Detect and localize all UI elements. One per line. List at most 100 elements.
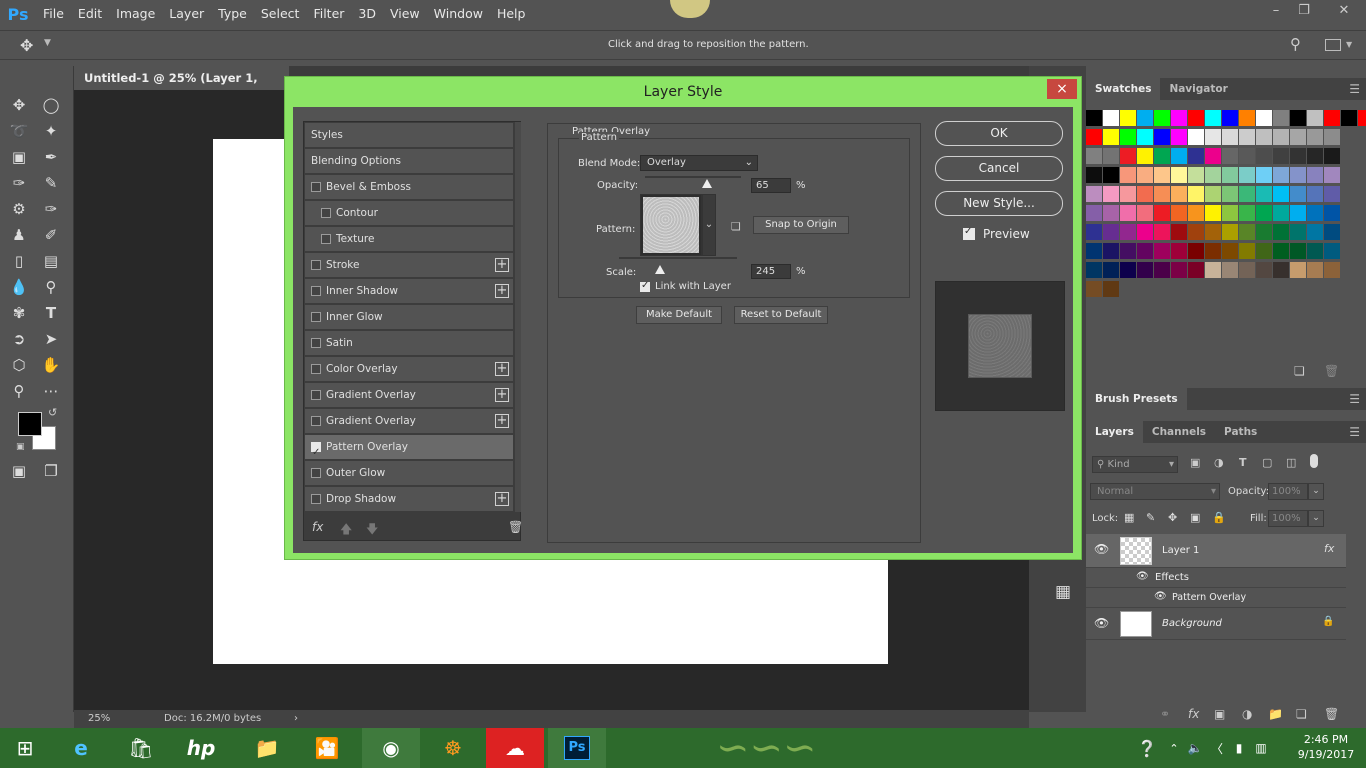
color-swatch[interactable] xyxy=(1256,243,1272,259)
eye-icon[interactable]: 👁 xyxy=(1094,542,1109,556)
color-swatch[interactable] xyxy=(1205,129,1221,145)
history-brush-icon[interactable]: ✑ xyxy=(38,196,64,222)
menu-filter[interactable]: Filter xyxy=(306,0,351,28)
fill-field[interactable]: 100% xyxy=(1268,510,1308,527)
zoom-level[interactable]: 25% xyxy=(88,710,110,728)
default-colors-icon[interactable]: ▣ xyxy=(16,442,25,452)
color-swatch[interactable] xyxy=(1103,167,1119,183)
style-row-bevel-emboss[interactable]: Bevel & Emboss xyxy=(305,175,513,200)
color-swatch[interactable] xyxy=(1222,205,1238,221)
tab-navigator[interactable]: Navigator xyxy=(1160,78,1236,100)
color-swatch[interactable] xyxy=(1290,243,1306,259)
style-row-color-overlay[interactable]: Color Overlay + xyxy=(305,357,513,382)
color-swatch[interactable] xyxy=(1307,224,1323,240)
color-swatch[interactable] xyxy=(1324,167,1340,183)
color-swatch[interactable] xyxy=(1239,167,1255,183)
style-checkbox[interactable] xyxy=(311,494,321,504)
color-swatch[interactable] xyxy=(1273,167,1289,183)
color-swatch[interactable] xyxy=(1154,148,1170,164)
filter-shape-icon[interactable]: ▢ xyxy=(1262,456,1272,469)
properties-icon[interactable]: ▦ xyxy=(1055,582,1071,602)
filter-toggle-icon[interactable] xyxy=(1310,454,1318,468)
color-swatch[interactable] xyxy=(1222,243,1238,259)
link-layers-icon[interactable]: ⚭ xyxy=(1160,707,1170,721)
style-checkbox[interactable] xyxy=(311,182,321,192)
color-swatch[interactable] xyxy=(1205,167,1221,183)
menu-select[interactable]: Select xyxy=(254,0,307,28)
color-swatch[interactable] xyxy=(1103,129,1119,145)
color-swatch[interactable] xyxy=(1154,224,1170,240)
color-swatch[interactable] xyxy=(1154,243,1170,259)
color-swatch[interactable] xyxy=(1239,262,1255,278)
color-swatch[interactable] xyxy=(1256,167,1272,183)
new-layer-icon[interactable]: ❏ xyxy=(1296,707,1307,721)
color-swatch[interactable] xyxy=(1120,205,1136,221)
clock[interactable]: 2:46 PM 9/19/2017 xyxy=(1292,732,1360,762)
color-swatch[interactable] xyxy=(1103,110,1119,126)
color-swatch[interactable] xyxy=(1273,148,1289,164)
color-swatch[interactable] xyxy=(1324,186,1340,202)
file-explorer-icon[interactable]: 📁 xyxy=(238,728,296,768)
color-swatch[interactable] xyxy=(1120,148,1136,164)
color-swatch[interactable] xyxy=(1256,262,1272,278)
tab-channels[interactable]: Channels xyxy=(1143,421,1215,443)
pattern-dropdown[interactable]: ⌄ xyxy=(702,194,716,256)
color-swatch[interactable] xyxy=(1137,110,1153,126)
make-default-button[interactable]: Make Default xyxy=(636,306,722,324)
chevron-right-icon[interactable]: › xyxy=(294,710,298,728)
language-icon[interactable]: 〈 xyxy=(1206,728,1228,768)
snap-to-origin-button[interactable]: Snap to Origin xyxy=(753,216,849,234)
color-swatch[interactable] xyxy=(1120,224,1136,240)
menu-layer[interactable]: Layer xyxy=(162,0,211,28)
new-preset-icon[interactable]: ❏ xyxy=(731,220,741,233)
foreground-color-swatch[interactable] xyxy=(18,412,42,436)
link-with-layer-checkbox[interactable] xyxy=(640,280,650,292)
eye-icon[interactable]: 👁 xyxy=(1094,616,1109,630)
style-row-drop-shadow[interactable]: Drop Shadow + xyxy=(305,487,513,512)
style-row-inner-glow[interactable]: Inner Glow xyxy=(305,305,513,330)
color-swatch[interactable] xyxy=(1307,167,1323,183)
color-swatch[interactable] xyxy=(1171,167,1187,183)
panel-menu-icon[interactable]: ☰ xyxy=(1349,388,1360,410)
lock-position-icon[interactable]: ✥ xyxy=(1168,511,1177,524)
eyedropper-icon[interactable]: ✒ xyxy=(38,144,64,170)
color-swatch[interactable] xyxy=(1239,110,1255,126)
move-tool-icon[interactable]: ✥ xyxy=(20,36,33,55)
eye-icon[interactable]: 👁 xyxy=(1154,591,1167,602)
layer-row[interactable]: 👁 Background 🔒 xyxy=(1086,608,1346,640)
media-app-icon[interactable]: 🎦 xyxy=(298,728,356,768)
color-swatch[interactable] xyxy=(1154,167,1170,183)
color-swatch[interactable] xyxy=(1307,205,1323,221)
color-swatch[interactable] xyxy=(1256,205,1272,221)
chrome-icon[interactable]: ◉ xyxy=(362,728,420,768)
windows-start-icon[interactable]: ⊞ xyxy=(0,728,50,768)
color-swatch[interactable] xyxy=(1120,186,1136,202)
filter-smart-object-icon[interactable]: ◫ xyxy=(1286,456,1296,469)
style-checkbox[interactable] xyxy=(311,364,321,374)
color-swatch[interactable] xyxy=(1171,243,1187,259)
color-swatch[interactable] xyxy=(1137,205,1153,221)
menu-edit[interactable]: Edit xyxy=(71,0,109,28)
blur-tool-icon[interactable]: 💧 xyxy=(6,274,32,300)
color-swatch[interactable] xyxy=(1307,110,1323,126)
style-checkbox[interactable] xyxy=(311,390,321,400)
color-swatch[interactable] xyxy=(1188,186,1204,202)
layer-opacity-field[interactable]: 100% xyxy=(1268,483,1308,500)
color-swatch[interactable] xyxy=(1103,262,1119,278)
eye-icon[interactable]: 👁 xyxy=(1136,571,1149,582)
style-checkbox[interactable] xyxy=(321,234,331,244)
color-swatch[interactable] xyxy=(1086,148,1102,164)
lock-transparency-icon[interactable]: ▦ xyxy=(1124,511,1134,524)
cancel-button[interactable]: Cancel xyxy=(935,156,1063,181)
color-swatch[interactable] xyxy=(1205,262,1221,278)
color-swatch[interactable] xyxy=(1290,110,1306,126)
color-swatch[interactable] xyxy=(1188,148,1204,164)
brush-tool-icon[interactable]: ✎ xyxy=(38,170,64,196)
color-swatch[interactable] xyxy=(1086,186,1102,202)
scale-slider-handle[interactable] xyxy=(655,265,666,274)
color-swatch[interactable] xyxy=(1256,110,1272,126)
color-swatch[interactable] xyxy=(1137,224,1153,240)
stamp-icon[interactable]: ♟ xyxy=(6,222,32,248)
color-swatch[interactable] xyxy=(1324,262,1340,278)
tab-brush-presets[interactable]: Brush Presets xyxy=(1086,388,1187,410)
